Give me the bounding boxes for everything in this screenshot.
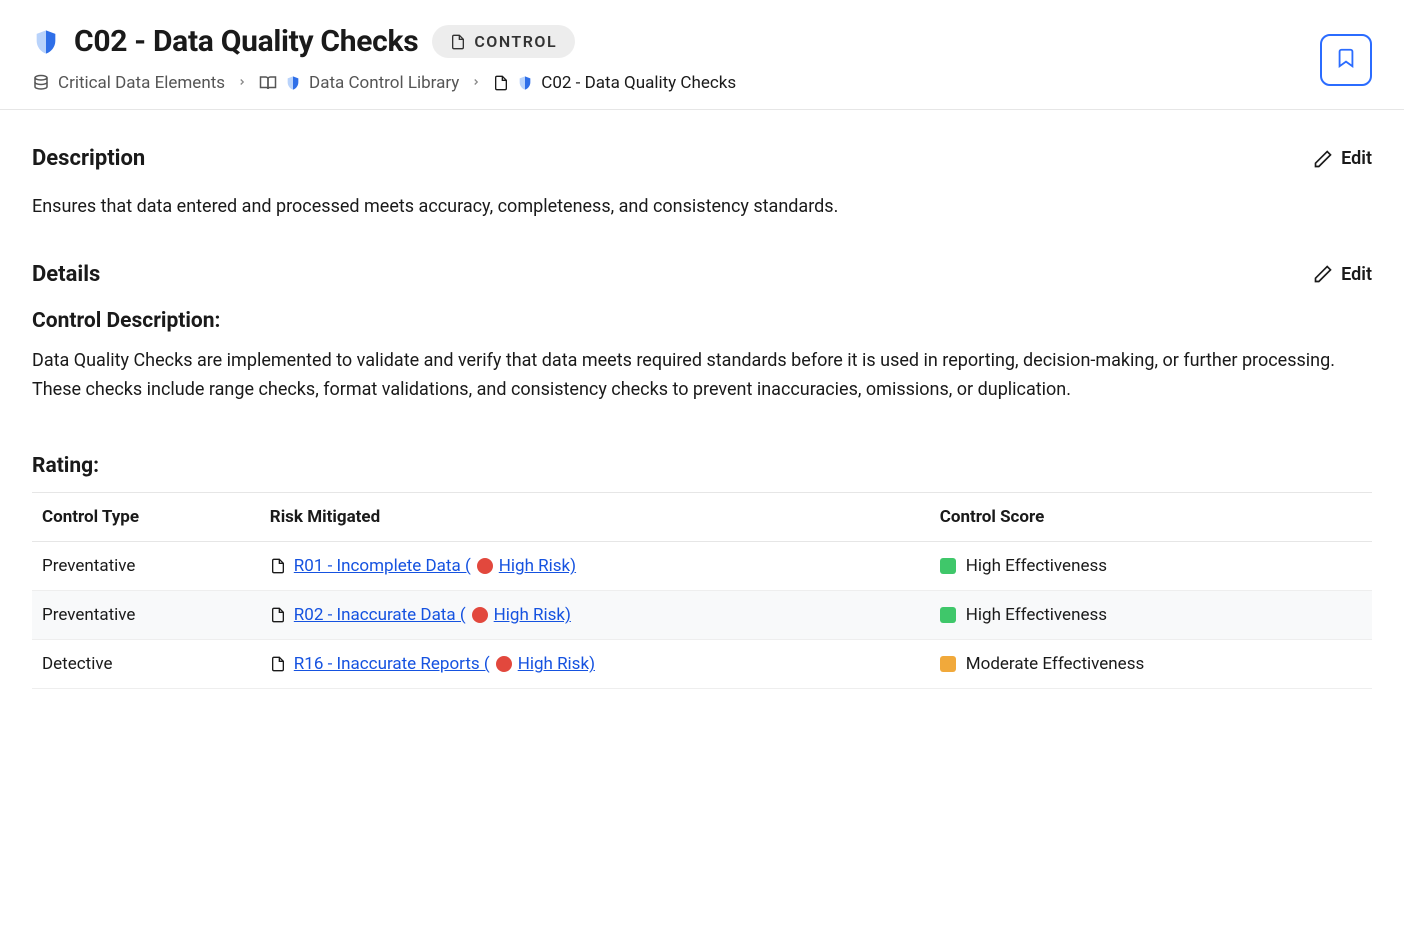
shield-icon — [285, 75, 301, 91]
risk-text-prefix: R01 - Incomplete Data ( — [294, 556, 471, 576]
breadcrumb: Critical Data Elements Data Control Libr… — [32, 73, 1372, 93]
risk-text-suffix: High Risk) — [518, 654, 595, 674]
section-description: Description Edit Ensures that data enter… — [32, 146, 1372, 222]
title-row: C02 - Data Quality Checks CONTROL — [32, 24, 1372, 59]
rating-table: Control Type Risk Mitigated Control Scor… — [32, 492, 1372, 689]
section-title: Description — [32, 146, 145, 171]
section-header: Details Edit — [32, 262, 1372, 287]
page-icon — [450, 33, 466, 51]
cell-control-score: High Effectiveness — [930, 591, 1372, 640]
page-icon — [270, 557, 286, 575]
col-header-type: Control Type — [32, 493, 260, 542]
cell-control-type: Detective — [32, 640, 260, 689]
chevron-right-icon — [471, 75, 481, 91]
risk-text-suffix: High Risk) — [494, 605, 571, 625]
page-icon — [493, 74, 509, 92]
score-indicator — [940, 607, 956, 623]
shield-icon — [32, 28, 60, 56]
col-header-risk: Risk Mitigated — [260, 493, 930, 542]
edit-description-button[interactable]: Edit — [1313, 148, 1372, 169]
breadcrumb-label: C02 - Data Quality Checks — [541, 73, 736, 93]
risk-link[interactable]: R02 - Inaccurate Data ( High Risk) — [294, 605, 571, 625]
cell-risk-mitigated: R16 - Inaccurate Reports ( High Risk) — [260, 640, 930, 689]
col-header-score: Control Score — [930, 493, 1372, 542]
page-header: C02 - Data Quality Checks CONTROL Critic… — [0, 0, 1404, 110]
table-row: Detective R16 - Inaccurate Reports ( High… — [32, 640, 1372, 689]
cell-risk-mitigated: R02 - Inaccurate Data ( High Risk) — [260, 591, 930, 640]
cell-risk-mitigated: R01 - Incomplete Data ( High Risk) — [260, 542, 930, 591]
risk-link[interactable]: R01 - Incomplete Data ( High Risk) — [294, 556, 576, 576]
risk-link[interactable]: R16 - Inaccurate Reports ( High Risk) — [294, 654, 595, 674]
breadcrumb-item-library[interactable]: Data Control Library — [259, 73, 459, 93]
page-icon — [270, 606, 286, 624]
breadcrumb-item-current: C02 - Data Quality Checks — [493, 73, 736, 93]
page-icon — [270, 655, 286, 673]
control-tag: CONTROL — [432, 25, 575, 58]
control-description-body: Data Quality Checks are implemented to v… — [32, 347, 1372, 405]
control-description-heading: Control Description: — [32, 309, 1372, 333]
score-label: Moderate Effectiveness — [966, 654, 1144, 674]
edit-label: Edit — [1341, 264, 1372, 285]
section-title: Details — [32, 262, 100, 287]
score-label: High Effectiveness — [966, 605, 1107, 625]
section-details: Details Edit Control Description: Data Q… — [32, 262, 1372, 690]
rating-block: Rating: Control Type Risk Mitigated Cont… — [32, 454, 1372, 689]
chevron-right-icon — [237, 75, 247, 91]
risk-level-dot — [472, 607, 488, 623]
cell-control-score: High Effectiveness — [930, 542, 1372, 591]
bookmark-button[interactable] — [1320, 34, 1372, 86]
cell-control-score: Moderate Effectiveness — [930, 640, 1372, 689]
cell-control-type: Preventative — [32, 542, 260, 591]
bookmark-icon — [1335, 45, 1357, 75]
risk-text-prefix: R02 - Inaccurate Data ( — [294, 605, 466, 625]
database-icon — [32, 74, 50, 92]
control-description-block: Control Description: Data Quality Checks… — [32, 309, 1372, 405]
risk-level-dot — [496, 656, 512, 672]
control-tag-label: CONTROL — [474, 32, 557, 51]
table-row: Preventative R02 - Inaccurate Data ( High… — [32, 591, 1372, 640]
risk-text-prefix: R16 - Inaccurate Reports ( — [294, 654, 490, 674]
page-title: C02 - Data Quality Checks — [74, 24, 418, 59]
page-content: Description Edit Ensures that data enter… — [0, 110, 1404, 729]
description-body: Ensures that data entered and processed … — [32, 193, 1372, 222]
score-indicator — [940, 656, 956, 672]
cell-control-type: Preventative — [32, 591, 260, 640]
breadcrumb-label: Critical Data Elements — [58, 73, 225, 93]
pencil-icon — [1313, 149, 1333, 169]
rating-heading: Rating: — [32, 454, 1372, 478]
breadcrumb-label: Data Control Library — [309, 73, 459, 93]
score-label: High Effectiveness — [966, 556, 1107, 576]
score-indicator — [940, 558, 956, 574]
edit-label: Edit — [1341, 148, 1372, 169]
risk-level-dot — [477, 558, 493, 574]
book-icon — [259, 74, 277, 92]
breadcrumb-item-root[interactable]: Critical Data Elements — [32, 73, 225, 93]
table-row: Preventative R01 - Incomplete Data ( High… — [32, 542, 1372, 591]
edit-details-button[interactable]: Edit — [1313, 264, 1372, 285]
risk-text-suffix: High Risk) — [499, 556, 576, 576]
table-header-row: Control Type Risk Mitigated Control Scor… — [32, 493, 1372, 542]
pencil-icon — [1313, 264, 1333, 284]
section-header: Description Edit — [32, 146, 1372, 171]
shield-icon — [517, 75, 533, 91]
